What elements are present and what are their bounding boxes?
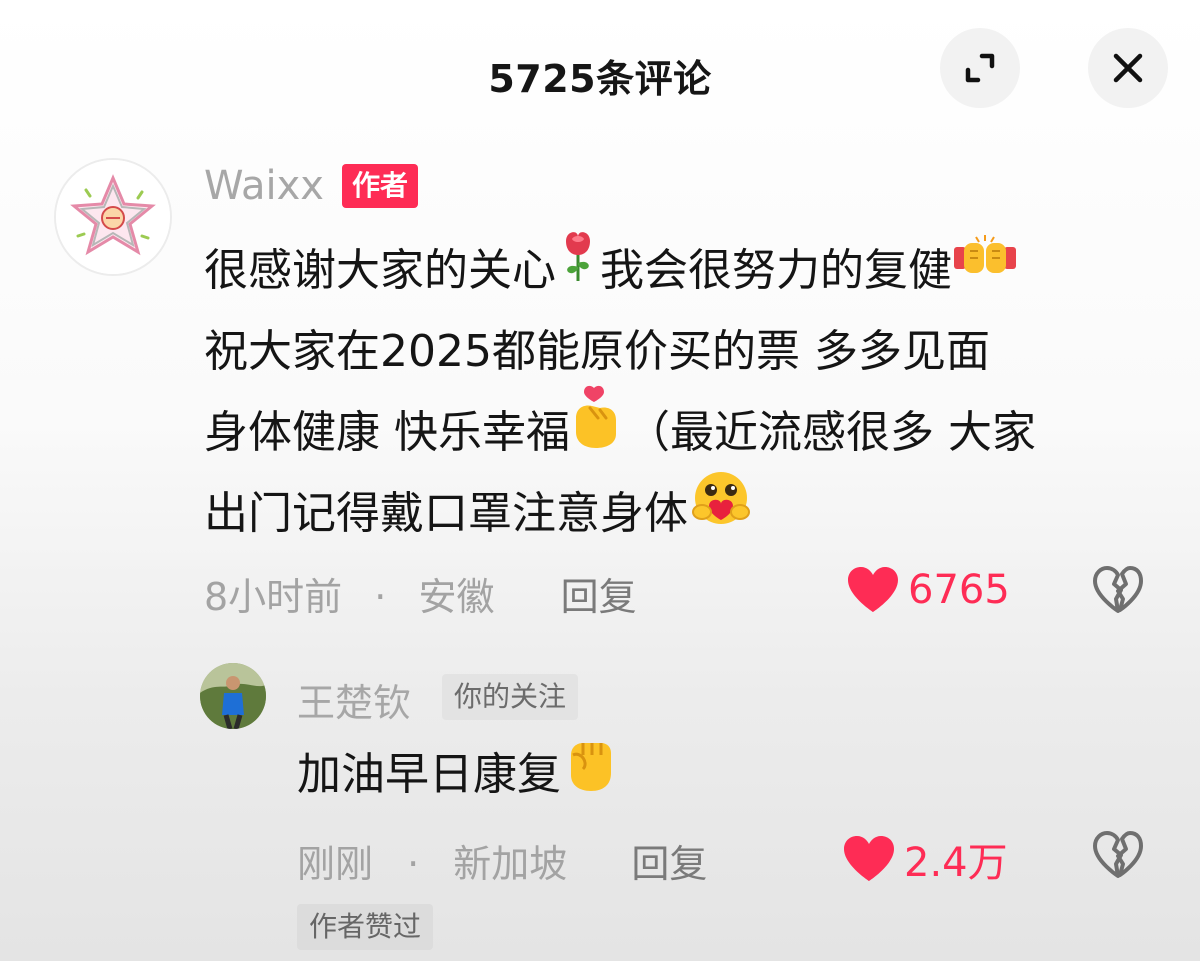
star-avatar-image [56,160,170,274]
hugging-heart-emoji [688,468,754,554]
comment-location: 安徽 [418,575,495,619]
raised-fist-emoji [561,733,619,812]
author-avatar[interactable] [54,158,172,276]
reply-meta: 刚刚 · 新加坡 回复 [297,833,707,888]
reply-like-button[interactable]: 2.4万 [842,830,1008,888]
reply-location: 新加坡 [453,842,568,886]
comment-text: 很感谢大家的关心 我会很努力的复健 祝大家在2025都能原价买的票 多多见面 身… [204,230,1164,554]
comment-text-segment: （最近流感很多 大家 [626,407,1036,458]
expand-button[interactable] [940,28,1020,108]
expand-icon [965,53,995,83]
comment-line-1: 很感谢大家的关心 我会很努力的复健 [204,230,1164,311]
comment-text-segment: 很感谢大家的关心 [204,245,556,296]
meta-separator: · [374,575,387,619]
fist-bump-emoji [952,228,1018,309]
rose-emoji [556,227,600,309]
reply-time: 刚刚 [297,842,374,886]
reply-author-name[interactable]: 王楚钦 [297,672,411,727]
comment-meta: 8小时前 · 安徽 回复 [204,566,637,621]
comment-text-segment: 出门记得戴口罩注意身体 [204,488,688,539]
comment-line-4: 出门记得戴口罩注意身体 [204,472,1164,554]
reply-like-count: 2.4万 [904,840,1008,886]
comment-text-segment: 我会很努力的复健 [600,245,952,296]
like-count: 6765 [908,567,1010,613]
heart-icon [844,836,894,881]
comment-author-name[interactable]: Waixx [204,163,324,209]
comments-count-title: 5725条评论 [488,57,712,101]
heart-icon [848,567,898,612]
like-button[interactable]: 6765 [846,566,1010,614]
meta-separator: · [407,842,420,886]
broken-heart-icon [1093,566,1143,613]
author-badge: 作者 [342,164,419,208]
comment-time: 8小时前 [204,575,343,619]
finger-heart-emoji [570,384,626,476]
comment-line-2: 祝大家在2025都能原价买的票 多多见面 [204,326,990,377]
reply-author-avatar[interactable] [200,663,266,729]
person-photo-avatar [200,663,266,729]
close-button[interactable] [1088,28,1168,108]
comment-line-3: 身体健康 快乐幸福 （最近流感很多 大家 [204,385,1164,473]
reply-dislike-button[interactable] [1092,831,1144,883]
following-badge: 你的关注 [442,674,579,720]
reply-button[interactable]: 回复 [561,575,637,619]
broken-heart-icon [1093,831,1143,878]
reply-reply-button[interactable]: 回复 [631,842,707,886]
reply-text: 加油早日康复 [297,742,619,812]
comment-text-segment: 身体健康 快乐幸福 [204,407,570,458]
reply-text-content: 加油早日康复 [297,749,561,800]
close-icon [1113,53,1143,83]
dislike-button[interactable] [1092,566,1144,618]
author-liked-badge: 作者赞过 [297,904,434,950]
